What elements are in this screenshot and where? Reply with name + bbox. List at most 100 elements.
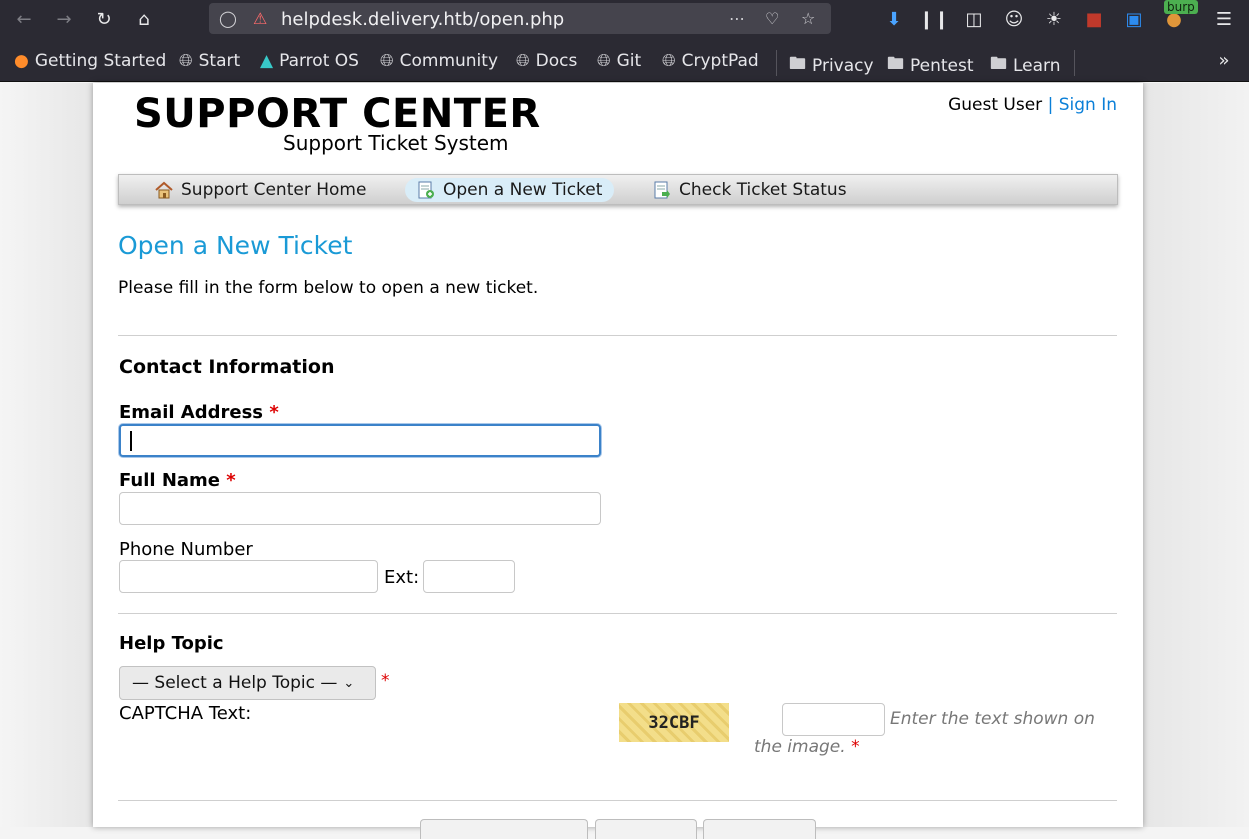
- library-icon[interactable]: ❙❙: [918, 3, 950, 35]
- parrot-icon: ▲: [260, 51, 274, 71]
- shield-icon[interactable]: ◯: [219, 9, 237, 28]
- phone-label: Phone Number: [119, 539, 253, 560]
- firefox-icon: ●: [14, 51, 29, 71]
- captcha-field[interactable]: [782, 703, 885, 736]
- ublock-icon[interactable]: ■: [1078, 3, 1110, 35]
- divider: [118, 800, 1117, 801]
- sign-in-link[interactable]: Sign In: [1059, 95, 1117, 115]
- url-text[interactable]: helpdesk.delivery.htb/open.php: [281, 9, 564, 30]
- captcha-label: CAPTCHA Text:: [119, 703, 252, 724]
- email-label: Email Address *: [119, 402, 279, 423]
- extension-s-icon[interactable]: ▣: [1118, 3, 1150, 35]
- full-name-field[interactable]: [119, 492, 601, 525]
- bookmark-folder-privacy[interactable]: 🖿︎ Privacy: [789, 51, 874, 80]
- nav-support-center-home[interactable]: Support Center Home: [143, 178, 378, 202]
- bookmark-star-icon[interactable]: ☆: [801, 9, 815, 28]
- chevron-more-icon[interactable]: »: [1208, 44, 1240, 76]
- bookmark-folder-learn[interactable]: 🖿︎ Learn: [990, 51, 1061, 80]
- create-ticket-button[interactable]: [420, 819, 588, 839]
- bookmark-label: Parrot OS: [279, 51, 359, 71]
- required-mark: *: [381, 671, 390, 691]
- bookmark-getting-started[interactable]: ● Getting Started: [14, 51, 166, 71]
- user-area: Guest User | Sign In: [948, 95, 1117, 115]
- extension-icon[interactable]: ☀: [1038, 3, 1070, 35]
- full-name-label-text: Full Name: [119, 470, 220, 491]
- required-mark: *: [851, 737, 860, 757]
- globe-icon: 🌐︎: [597, 51, 611, 71]
- sidebar-icon[interactable]: ◫: [958, 3, 990, 35]
- contact-heading: Contact Information: [119, 356, 335, 378]
- insecure-lock-icon[interactable]: ⚠: [253, 9, 267, 28]
- bookmark-label: Docs: [535, 51, 578, 71]
- nav-check-ticket-status[interactable]: Check Ticket Status: [641, 178, 859, 202]
- required-mark: *: [226, 470, 236, 491]
- burp-badge: burp: [1164, 0, 1198, 14]
- browser-toolbar: ← → ↻ ⌂ ◯ ⚠ helpdesk.delivery.htb/open.p…: [0, 0, 1249, 38]
- page-title: Open a New Ticket: [118, 231, 353, 260]
- divider: [118, 613, 1117, 614]
- captcha-hint-line2: the image. *: [754, 737, 860, 757]
- logo-subtitle: Support Ticket System: [283, 131, 509, 155]
- download-icon[interactable]: ⬇: [878, 3, 910, 35]
- bookmark-label: Pentest: [910, 55, 974, 76]
- nav-label: Check Ticket Status: [679, 180, 847, 200]
- nav-label: Support Center Home: [181, 180, 367, 200]
- home-icon[interactable]: ⌂: [128, 3, 160, 35]
- url-bar[interactable]: ◯ ⚠ helpdesk.delivery.htb/open.php ⋯ ♡ ☆: [209, 3, 831, 34]
- globe-icon: 🌐︎: [380, 51, 394, 71]
- globe-icon: 🌐︎: [179, 51, 193, 71]
- nav-label: Open a New Ticket: [443, 180, 603, 200]
- bookmark-label: Privacy: [812, 55, 874, 76]
- help-topic-selected-value: — Select a Help Topic —: [132, 673, 338, 693]
- forward-icon[interactable]: →: [48, 3, 80, 35]
- email-field[interactable]: [119, 424, 601, 457]
- folder-icon: 🖿︎: [887, 54, 904, 74]
- full-name-label: Full Name *: [119, 470, 236, 491]
- nav-open-new-ticket[interactable]: Open a New Ticket: [405, 178, 615, 202]
- guest-user-label: Guest User: [948, 95, 1043, 115]
- bookmark-label: Start: [198, 51, 241, 71]
- pocket-icon[interactable]: ♡: [765, 9, 779, 28]
- bookmark-parrot-os[interactable]: ▲ Parrot OS: [260, 51, 359, 71]
- new-ticket-icon: [418, 181, 434, 199]
- bookmark-separator: [776, 50, 777, 76]
- globe-icon: 🌐︎: [662, 51, 676, 71]
- bookmark-separator: [1074, 50, 1075, 76]
- home-icon: [155, 181, 173, 199]
- folder-icon: 🖿︎: [990, 54, 1007, 74]
- chevron-down-icon: ⌄: [343, 675, 355, 691]
- bookmark-label: Learn: [1013, 55, 1061, 76]
- back-icon[interactable]: ←: [8, 3, 40, 35]
- main-nav: Support Center Home Open a New Ticket Ch…: [118, 174, 1118, 205]
- folder-icon: 🖿︎: [789, 54, 806, 74]
- bookmark-start[interactable]: 🌐︎ Start: [179, 51, 240, 71]
- email-label-text: Email Address: [119, 402, 264, 423]
- bookmark-folder-pentest[interactable]: 🖿︎ Pentest: [887, 51, 974, 80]
- bookmark-label: Git: [616, 51, 642, 71]
- ticket-status-icon: [654, 181, 670, 199]
- bookmark-cryptpad[interactable]: 🌐︎ CryptPad: [662, 51, 759, 71]
- help-topic-select[interactable]: — Select a Help Topic — ⌄: [119, 666, 376, 700]
- phone-field[interactable]: [119, 560, 378, 593]
- help-topic-heading: Help Topic: [119, 633, 224, 654]
- captcha-hint: Enter the text shown on: [890, 709, 1095, 729]
- menu-icon[interactable]: ☰: [1208, 3, 1240, 35]
- page-container: SUPPORT CENTER Support Ticket System Gue…: [93, 83, 1143, 839]
- reset-button[interactable]: [595, 819, 697, 839]
- required-mark: *: [269, 402, 279, 423]
- ext-label: Ext:: [384, 567, 420, 588]
- intro-text: Please fill in the form below to open a …: [118, 278, 539, 298]
- reload-icon[interactable]: ↻: [88, 3, 120, 35]
- bookmark-community[interactable]: 🌐︎ Community: [380, 51, 498, 71]
- account-icon[interactable]: ☺: [998, 3, 1030, 35]
- bookmarks-bar: ● Getting Started 🌐︎ Start ▲ Parrot OS 🌐…: [0, 38, 1249, 82]
- ext-field[interactable]: [423, 560, 515, 593]
- globe-icon: 🌐︎: [516, 51, 530, 71]
- bookmark-git[interactable]: 🌐︎ Git: [597, 51, 641, 71]
- cancel-button[interactable]: [703, 819, 816, 839]
- bookmark-docs[interactable]: 🌐︎ Docs: [516, 51, 577, 71]
- more-actions-icon[interactable]: ⋯: [729, 9, 745, 28]
- captcha-code: 32CBF: [648, 712, 700, 733]
- page-viewport: SUPPORT CENTER Support Ticket System Gue…: [0, 83, 1249, 839]
- bookmark-label: Community: [399, 51, 498, 71]
